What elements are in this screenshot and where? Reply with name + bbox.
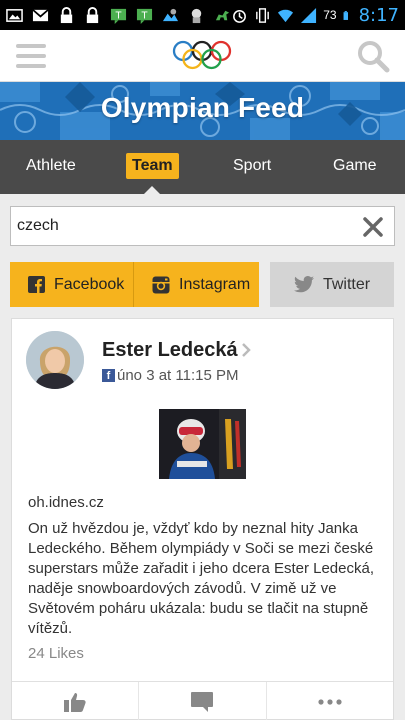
twitter-icon	[293, 276, 314, 293]
gmail-icon	[32, 8, 49, 21]
twitter-button[interactable]: Twitter	[270, 262, 394, 307]
vibrate-icon	[256, 7, 270, 23]
instagram-icon	[152, 276, 170, 293]
banner-title: Olympian Feed	[100, 92, 305, 123]
post-text: On už hvězdou je, vždyť kdo by neznal hi…	[28, 520, 375, 637]
twitter-label: Twitter	[322, 275, 371, 293]
post-meta: f úno 3 at 11:15 PM	[102, 367, 238, 384]
tab-athlete[interactable]: Athlete	[20, 153, 82, 179]
facebook-label: Facebook	[54, 275, 125, 293]
app-icon	[191, 8, 202, 23]
status-bar: T T 73 8:17	[0, 0, 405, 30]
like-icon	[64, 692, 86, 712]
lock-icon	[60, 6, 73, 23]
active-tab-indicator	[144, 186, 160, 194]
weather-icon	[162, 8, 179, 21]
comment-button[interactable]	[139, 682, 267, 720]
app-header	[0, 30, 405, 82]
like-button[interactable]	[12, 682, 140, 720]
more-icon	[318, 698, 342, 705]
messaging-icon: T	[136, 8, 153, 24]
image-icon	[6, 8, 23, 22]
avatar[interactable]	[26, 331, 84, 389]
post-link-source[interactable]: oh.idnes.cz	[28, 494, 104, 511]
avatar-image	[26, 331, 84, 389]
instagram-label: Instagram	[179, 275, 251, 293]
dinosaur-icon	[215, 10, 230, 20]
svg-text:T: T	[141, 10, 148, 21]
post-image[interactable]	[159, 409, 246, 479]
olympic-rings-icon	[172, 40, 232, 70]
alarm-icon	[233, 9, 247, 23]
post-actions	[12, 681, 393, 720]
clear-icon[interactable]	[362, 216, 384, 238]
tab-sport[interactable]: Sport	[227, 153, 277, 179]
facebook-button[interactable]: Facebook	[10, 262, 134, 307]
battery-level: 73	[323, 8, 337, 22]
tab-game[interactable]: Game	[327, 153, 383, 179]
likes-count[interactable]: 24 Likes	[28, 645, 84, 662]
tab-team[interactable]: Team	[126, 153, 179, 179]
instagram-button[interactable]: Instagram	[134, 262, 259, 307]
messaging-icon: T	[110, 8, 127, 24]
search-box	[10, 206, 395, 246]
chevron-right-icon[interactable]	[240, 342, 252, 358]
post-date: úno 3 at 11:15 PM	[117, 367, 239, 384]
comment-icon	[191, 691, 214, 712]
category-tabs: Athlete Team Sport Game	[0, 140, 405, 194]
facebook-source-icon: f	[102, 369, 115, 382]
feed-banner: Olympian Feed	[0, 82, 405, 140]
lock-icon	[86, 6, 99, 23]
facebook-icon	[28, 276, 45, 293]
more-button[interactable]	[267, 682, 393, 720]
battery-icon	[343, 10, 348, 20]
svg-text:T: T	[115, 10, 122, 21]
search-icon[interactable]	[355, 38, 391, 74]
wifi-icon	[278, 9, 294, 22]
social-filter-group: Facebook Instagram	[10, 262, 259, 307]
clock: 8:17	[358, 4, 399, 26]
search-input[interactable]	[17, 215, 347, 237]
menu-icon[interactable]	[16, 42, 46, 70]
post-card: Ester Ledecká f úno 3 at 11:15 PM oh.idn…	[11, 318, 394, 720]
signal-icon	[301, 7, 317, 23]
post-image-graphic	[159, 409, 246, 479]
post-author[interactable]: Ester Ledecká	[102, 339, 238, 362]
